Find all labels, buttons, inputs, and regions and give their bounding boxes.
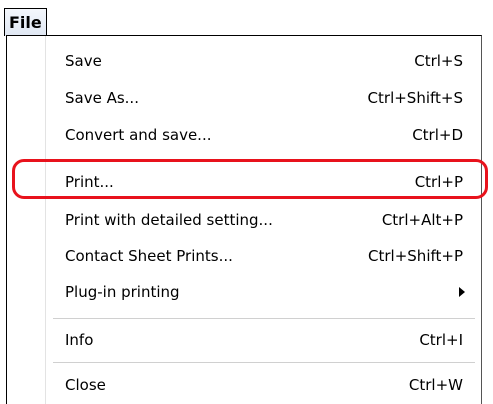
menu-item-shortcut: Ctrl+I [419, 331, 463, 349]
menu-item-label: Save As... [65, 89, 139, 107]
menu-item-close[interactable]: Close Ctrl+W [7, 367, 481, 403]
menu-separator [53, 159, 475, 160]
menu-item-shortcut: Ctrl+Shift+S [367, 89, 463, 107]
file-menu-label: File [9, 13, 42, 32]
menu-item-shortcut: Ctrl+Shift+P [368, 247, 463, 265]
menu-item-save[interactable]: Save Ctrl+S [7, 43, 481, 79]
file-menu-button[interactable]: File [4, 8, 47, 36]
menu-item-convert-and-save[interactable]: Convert and save... Ctrl+D [7, 117, 481, 153]
menu-item-label: Print... [65, 173, 114, 191]
menu-item-info[interactable]: Info Ctrl+I [7, 322, 481, 358]
menu-item-shortcut: Ctrl+S [414, 52, 463, 70]
menu-item-contact-sheet-prints[interactable]: Contact Sheet Prints... Ctrl+Shift+P [7, 238, 481, 274]
menu-item-print-detailed[interactable]: Print with detailed setting... Ctrl+Alt+… [7, 202, 481, 238]
menu-item-plug-in-printing[interactable]: Plug-in printing [7, 274, 481, 310]
menu-item-shortcut: Ctrl+P [414, 173, 463, 191]
screenshot-root: File Save Ctrl+S Save As... Ctrl+Shift+S… [0, 0, 493, 404]
menu-item-label: Save [65, 52, 102, 70]
file-dropdown-menu: Save Ctrl+S Save As... Ctrl+Shift+S Conv… [6, 35, 482, 404]
menu-item-label: Info [65, 331, 94, 349]
menu-item-print[interactable]: Print... Ctrl+P [7, 164, 481, 200]
menu-item-shortcut: Ctrl+Alt+P [381, 211, 463, 229]
menu-separator [53, 318, 475, 319]
menu-separator [53, 362, 475, 363]
menu-item-shortcut: Ctrl+W [408, 376, 463, 394]
menu-item-shortcut: Ctrl+D [412, 126, 463, 144]
menu-item-label: Contact Sheet Prints... [65, 247, 233, 265]
menu-item-label: Close [65, 376, 106, 394]
submenu-arrow-icon [459, 287, 465, 297]
menu-item-label: Plug-in printing [65, 283, 180, 301]
menu-item-label: Convert and save... [65, 126, 212, 144]
menu-item-save-as[interactable]: Save As... Ctrl+Shift+S [7, 80, 481, 116]
menu-item-label: Print with detailed setting... [65, 211, 273, 229]
